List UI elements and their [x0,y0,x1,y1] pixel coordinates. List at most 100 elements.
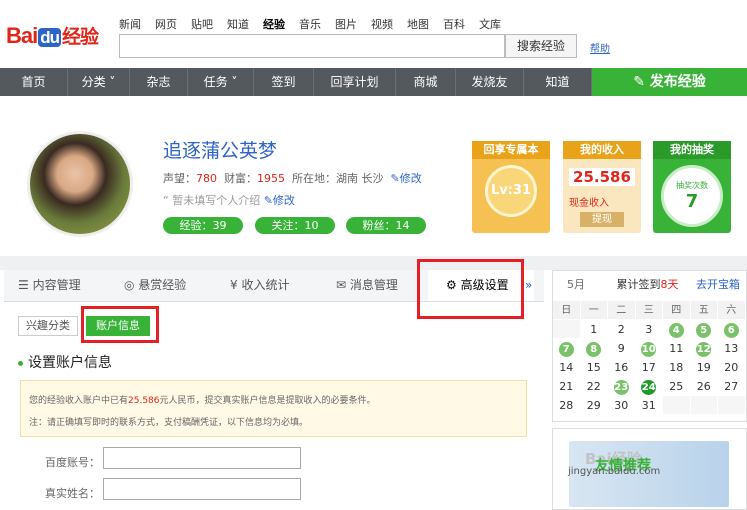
calendar-weekday: 五 [690,301,718,320]
calendar-day: 6 [718,320,746,339]
income-amount: 25.586 [569,168,635,186]
notice-box: 您的经验收入账户中已有25.586元人民币，提交真实账户信息是提取收入的必要条件… [20,380,527,437]
calendar-weekday: 二 [608,301,636,320]
calendar-day: 19 [690,358,718,377]
real-name-label: 真实姓名： [45,487,100,500]
topnav-tieba[interactable]: 贴吧 [191,16,213,32]
calendar-day: 17 [635,358,663,377]
topnav-image[interactable]: 图片 [335,16,357,32]
calendar-day: 25 [663,377,691,396]
calendar-weekday: 四 [663,301,691,320]
calendar-day: 22 [580,377,608,396]
calendar-week: 21 22 23 24 25 26 27 [553,377,746,396]
nav-mall[interactable]: 商城 [396,68,456,96]
topnav-web[interactable]: 网页 [155,16,177,32]
topnav-zhidao[interactable]: 知道 [227,16,249,32]
topnav-baike[interactable]: 百科 [443,16,465,32]
calendar-day [718,396,746,415]
watermark-site: jingyan.baidu.com [568,466,661,477]
topnav-map[interactable]: 地图 [407,16,429,32]
header: Bai du 经验 新闻 网页 贴吧 知道 经验 音乐 图片 视频 地图 百科 文库… [0,0,747,68]
calendar-day: 11 [663,339,691,358]
highlight-box [81,306,159,343]
section-title: 设置账户信息 [18,352,112,372]
topnav-jingyan[interactable]: 经验 [263,16,285,32]
calendar-day: 4 [663,320,691,339]
level-badge: Lv:31 [485,165,537,217]
nav-task[interactable]: 任务 ˅ [188,68,254,96]
open-treasure-link[interactable]: 去开宝箱 [696,278,740,291]
baidu-account-input[interactable] [103,447,301,469]
list-icon: ☰ [18,278,33,292]
user-intro: “ 暂未填写个人介绍 ✎修改 [163,194,295,207]
calendar-weekday: 日 [553,301,581,320]
user-name[interactable]: 追逐蒲公英梦 [163,136,277,163]
baidu-account-label: 百度账号： [45,456,100,469]
bullet-icon [18,360,23,366]
coin-icon: ◎ [124,278,139,292]
calendar-grid: 日一二三四五六 1 2 3 4 5 6 7 8 9 10 11 12 13 14 15 16 17 18 19 20 21… [553,301,746,415]
lottery-card[interactable]: 我的抽奖 抽奖次数 7 [653,141,731,233]
edit-icon: ✎ [633,74,650,90]
calendar-weekday: 一 [580,301,608,320]
withdraw-button[interactable]: 提现 [580,212,624,227]
nav-huixiang[interactable]: 回享计划 [314,68,396,96]
topnav-news[interactable]: 新闻 [119,16,141,32]
calendar-day: 18 [663,358,691,377]
calendar-day: 5 [690,320,718,339]
quote-icon: “ [163,194,173,207]
calendar-day: 20 [718,358,746,377]
avatar[interactable] [27,131,133,237]
topnav-music[interactable]: 音乐 [299,16,321,32]
top-nav: 新闻 网页 贴吧 知道 经验 音乐 图片 视频 地图 百科 文库 [119,16,515,32]
edit-location-link[interactable]: ✎修改 [391,172,422,185]
calendar-day: 24 [635,377,663,396]
calendar-day: 21 [553,377,581,396]
huixiang-card[interactable]: 回享专属本 Lv:31 [472,141,550,233]
calendar-day [690,396,718,415]
real-name-input[interactable] [103,478,301,500]
calendar-day [553,320,581,339]
pencil-icon: ✎ [390,172,400,185]
baidu-logo[interactable]: Bai du 经验 [6,22,99,49]
user-meta: 声望：780 财富：1955 所在地：湖南 长沙 ✎修改 [163,172,422,185]
search-button[interactable]: 搜索经验 [505,34,577,58]
subtab-interest[interactable]: 兴趣分类 [18,316,78,336]
publish-button[interactable]: ✎ 发布经验 [592,68,747,96]
tab-content[interactable]: ☰ 内容管理 [4,270,110,301]
calendar-day: 30 [608,396,636,415]
topnav-video[interactable]: 视频 [371,16,393,32]
pill-follow[interactable]: 关注：10 [255,217,335,234]
topnav-wenku[interactable]: 文库 [479,16,501,32]
nav-fans[interactable]: 发烧友 [456,68,524,96]
search-input[interactable] [119,34,505,58]
pill-experience[interactable]: 经验：39 [163,217,243,234]
nav-home[interactable]: 首页 [0,68,68,96]
calendar-day: 3 [635,320,663,339]
calendar-day: 29 [580,396,608,415]
calendar-day: 12 [690,339,718,358]
edit-intro-link[interactable]: ✎修改 [264,194,295,207]
tab-income[interactable]: ¥ 收入统计 [216,270,322,301]
calendar-day: 28 [553,396,581,415]
nav-magazine[interactable]: 杂志 [130,68,188,96]
help-link[interactable]: 帮助 [590,40,610,55]
nav-signin[interactable]: 签到 [254,68,314,96]
divider [0,256,747,270]
calendar-day: 1 [580,320,608,339]
nav-category[interactable]: 分类 ˅ [68,68,130,96]
highlight-box [417,259,524,319]
calendar-day: 8 [580,339,608,358]
tab-messages[interactable]: ✉ 消息管理 [322,270,428,301]
calendar-day: 14 [553,358,581,377]
tab-reward[interactable]: ◎ 悬赏经验 [110,270,216,301]
tabs-more-icon[interactable]: » [525,278,532,292]
mail-icon: ✉ [336,278,350,292]
income-card[interactable]: 我的收入 25.586 现金收入 提现 [563,141,641,233]
nav-zhidao[interactable]: 知道 [524,68,592,96]
calendar-day: 31 [635,396,663,415]
calendar-day: 23 [608,377,636,396]
pill-fans[interactable]: 粉丝：14 [346,217,426,234]
calendar-weekday: 六 [718,301,746,320]
calendar-day [663,396,691,415]
